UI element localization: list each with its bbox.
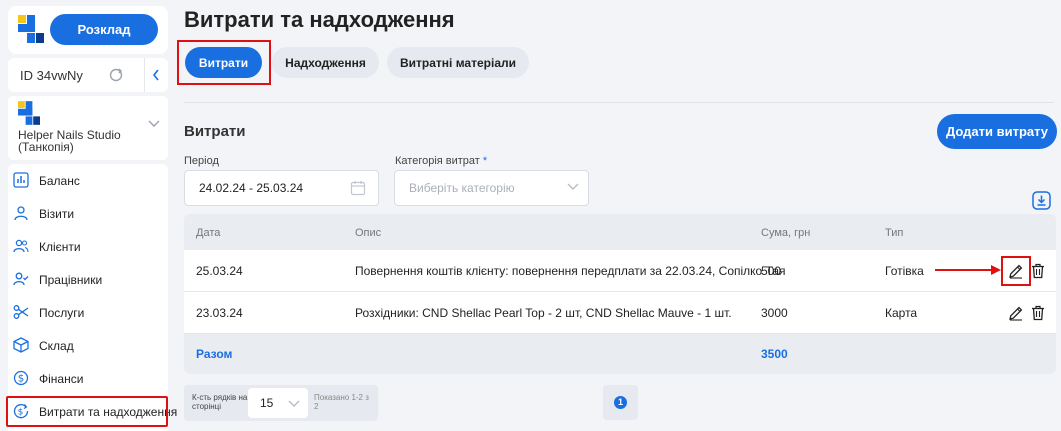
- calendar-icon[interactable]: [350, 180, 366, 196]
- active-item-highlight: [6, 396, 168, 427]
- cell-date: 23.03.24: [196, 306, 243, 320]
- rows-per-page-label: К-сть рядків на сторінці: [192, 393, 248, 411]
- sidebar-item-visits[interactable]: Візити: [8, 198, 168, 228]
- user-icon: [14, 206, 28, 221]
- sidebar-item-label: Працівники: [39, 273, 103, 287]
- total-value: 3500: [761, 347, 788, 361]
- studio-selector[interactable]: Helper Nails Studio (Танкопія): [8, 96, 168, 160]
- cell-description: Повернення коштів клієнту: повернення пе…: [355, 264, 786, 278]
- sidebar-item-label: Фінанси: [39, 372, 84, 386]
- header-date: Дата: [196, 227, 221, 239]
- cell-date: 25.03.24: [196, 264, 243, 278]
- users-icon: [13, 239, 29, 253]
- arrow-right-icon: [935, 265, 1001, 275]
- svg-text:$: $: [18, 374, 24, 385]
- required-mark: *: [482, 155, 488, 167]
- sidebar-item-clients[interactable]: Клієнти: [8, 231, 168, 261]
- user-check-icon: [13, 272, 29, 286]
- rows-per-page-select[interactable]: 15: [248, 388, 308, 418]
- collapse-sidebar-button[interactable]: [144, 58, 168, 92]
- dollar-icon: $: [13, 370, 29, 386]
- sidebar-item-finances[interactable]: $ Фінанси: [8, 363, 168, 393]
- account-id-card: ID 34vwNy: [8, 58, 168, 92]
- cell-description: Розхідники: CND Shellac Pearl Top - 2 шт…: [355, 306, 732, 320]
- period-label: Період: [184, 155, 219, 167]
- header-type: Тип: [885, 227, 904, 239]
- table-row: 23.03.24 Розхідники: CND Shellac Pearl T…: [184, 292, 1056, 334]
- sidebar-item-services[interactable]: Послуги: [8, 297, 168, 327]
- sidebar-item-label: Баланс: [39, 174, 80, 188]
- table-row: 25.03.24 Повернення коштів клієнту: пове…: [184, 250, 1056, 292]
- edit-icon[interactable]: [1008, 305, 1024, 321]
- download-icon[interactable]: [1032, 191, 1051, 210]
- sidebar-item-employees[interactable]: Працівники: [8, 264, 168, 294]
- pagination: 1: [603, 385, 638, 420]
- cell-amount: 500: [761, 264, 782, 278]
- page-title: Витрати та надходження: [184, 7, 455, 32]
- chevron-left-icon: [152, 69, 159, 81]
- category-label: Категорія витрат *: [395, 155, 487, 167]
- sidebar-item-warehouse[interactable]: Склад: [8, 330, 168, 360]
- sync-icon[interactable]: [108, 67, 124, 83]
- add-expense-button[interactable]: Додати витрату: [937, 114, 1057, 149]
- box-icon: [13, 337, 29, 353]
- logo-icon: [18, 15, 44, 43]
- edit-highlight: [1001, 256, 1031, 286]
- chevron-down-icon: [148, 120, 160, 127]
- table-header: Дата Опис Сума, грн Тип: [184, 214, 1056, 250]
- chevron-down-icon: [567, 183, 579, 190]
- account-id: ID 34vwNy: [20, 68, 83, 83]
- studio-name: Helper Nails Studio (Танкопія): [18, 128, 121, 154]
- chart-icon: [13, 172, 29, 188]
- sidebar-menu: Баланс Візити Клієнти Працівники Послуги…: [8, 164, 177, 431]
- sidebar-item-balance[interactable]: Баланс: [8, 165, 168, 195]
- tab-materials[interactable]: Витратні матеріали: [387, 47, 529, 78]
- studio-logo-icon: [18, 101, 40, 125]
- header-description: Опис: [355, 227, 382, 239]
- divider: [184, 102, 1054, 103]
- trash-icon[interactable]: [1030, 263, 1046, 279]
- active-tab-highlight: [177, 40, 271, 85]
- brand-card: Розклад: [8, 6, 168, 54]
- sidebar-item-label: Клієнти: [39, 240, 81, 254]
- chevron-down-icon: [288, 400, 300, 407]
- header-amount: Сума, грн: [761, 227, 811, 239]
- section-title: Витрати: [184, 123, 246, 140]
- sidebar-item-label: Склад: [39, 339, 74, 353]
- sidebar: Розклад ID 34vwNy Helper Nails Studio (Т…: [0, 0, 177, 431]
- scissors-icon: [13, 305, 29, 319]
- cell-type: Карта: [885, 306, 918, 320]
- rows-per-page: К-сть рядків на сторінці 15 Показано 1-2…: [184, 385, 378, 421]
- sidebar-item-label: Візити: [39, 207, 75, 221]
- trash-icon[interactable]: [1030, 305, 1046, 321]
- category-select[interactable]: Виберіть категорію: [394, 170, 589, 206]
- table-footer: Разом 3500: [184, 334, 1056, 374]
- page-1-button[interactable]: 1: [614, 396, 627, 409]
- schedule-button[interactable]: Розклад: [50, 14, 158, 45]
- cell-type: Готівка: [885, 264, 924, 278]
- shown-range: Показано 1-2 з 2: [314, 393, 369, 411]
- rows-per-page-value: 15: [260, 396, 274, 410]
- category-label-text: Категорія витрат: [395, 155, 480, 167]
- sidebar-item-label: Послуги: [39, 306, 85, 320]
- tab-income[interactable]: Надходження: [272, 47, 379, 78]
- cell-amount: 3000: [761, 306, 788, 320]
- total-label: Разом: [196, 347, 233, 361]
